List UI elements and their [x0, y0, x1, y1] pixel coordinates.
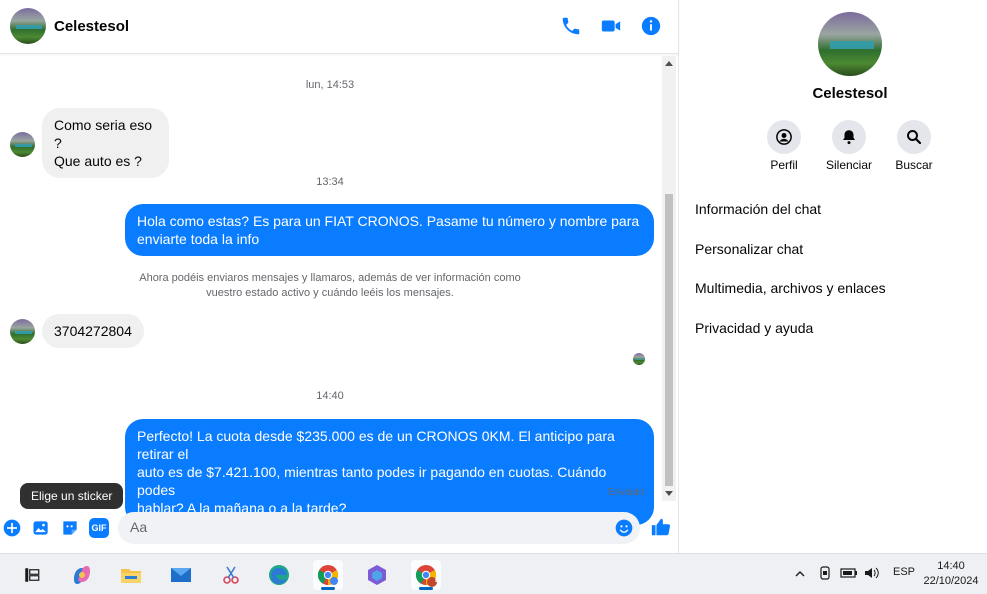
- emoji-icon[interactable]: [614, 518, 634, 538]
- profile-action[interactable]: Perfil: [749, 120, 819, 172]
- action-label: Perfil: [770, 158, 798, 172]
- notice-line: vuestro estado activo y cuándo leéis los…: [206, 287, 454, 299]
- conversation-info-panel: Celestesol Perfil Silenciar Buscar Infor…: [680, 0, 987, 553]
- clock-time: 14:40: [937, 560, 965, 572]
- video-icon[interactable]: [600, 15, 622, 37]
- device-icon[interactable]: [818, 566, 832, 580]
- message-line: Como seria eso ?: [54, 117, 153, 151]
- m365-icon[interactable]: [362, 560, 392, 590]
- sender-avatar: [10, 319, 35, 344]
- plus-icon[interactable]: [2, 518, 22, 538]
- system-clock[interactable]: 14:40 22/10/2024: [918, 559, 984, 589]
- messenger-window: Celestesol lun, 14:53 Como seria eso ? Q…: [0, 0, 987, 553]
- chrome-icon[interactable]: B: [411, 560, 441, 590]
- task-view-icon[interactable]: [17, 560, 47, 590]
- search-icon: [897, 120, 931, 154]
- message-status: Enviado: [608, 487, 645, 498]
- file-explorer-icon[interactable]: [116, 560, 146, 590]
- contact-avatar[interactable]: [10, 8, 46, 44]
- timestamp: 13:34: [316, 176, 344, 188]
- seen-avatar: [633, 353, 645, 365]
- chrome-profile-icon[interactable]: [313, 560, 343, 590]
- incoming-message[interactable]: 3704272804: [42, 314, 144, 348]
- contact-name[interactable]: Celestesol: [54, 18, 129, 35]
- scrollbar[interactable]: [662, 56, 676, 501]
- battery-icon[interactable]: [840, 566, 858, 580]
- outgoing-message[interactable]: Hola como estas? Es para un FIAT CRONOS.…: [125, 204, 654, 256]
- like-icon[interactable]: [650, 516, 672, 538]
- copilot-icon[interactable]: [67, 560, 97, 590]
- action-label: Silenciar: [825, 158, 873, 172]
- info-icon[interactable]: [640, 15, 662, 37]
- timestamp: 14:40: [316, 390, 344, 402]
- running-indicator: [321, 587, 335, 590]
- mute-action[interactable]: Silenciar: [814, 120, 884, 172]
- running-indicator: [419, 587, 433, 590]
- incoming-message[interactable]: Como seria eso ? Que auto es ?: [42, 108, 169, 178]
- chrome-profile-badge: B: [435, 577, 441, 584]
- scroll-up-arrow[interactable]: [665, 61, 673, 66]
- chevron-up-icon[interactable]: [794, 568, 806, 580]
- notice-line: Ahora podéis enviaros mensajes y llamaro…: [139, 272, 521, 284]
- message-line: Perfecto! La cuota desde $235.000 es de …: [137, 428, 615, 462]
- action-label: Buscar: [895, 158, 933, 172]
- message-line: 3704272804: [54, 323, 132, 339]
- snipping-icon[interactable]: [216, 560, 246, 590]
- message-line: Hola como estas? Es para un FIAT CRONOS.…: [137, 213, 640, 229]
- gif-icon[interactable]: GIF: [89, 518, 109, 538]
- scroll-down-arrow[interactable]: [665, 491, 673, 496]
- menu-privacy-help[interactable]: Privacidad y ayuda: [695, 320, 813, 336]
- windows-taskbar: B ESP 14:40 22/10/2024: [0, 553, 987, 594]
- message-input-box[interactable]: [118, 512, 640, 544]
- composer: GIF: [0, 506, 679, 552]
- privacy-notice: Ahora podéis enviaros mensajes y llamaro…: [130, 271, 530, 301]
- volume-icon[interactable]: [863, 566, 881, 580]
- chat-pane: Celestesol lun, 14:53 Como seria eso ? Q…: [0, 0, 679, 553]
- message-list: lun, 14:53 Como seria eso ? Que auto es …: [0, 55, 664, 525]
- search-action[interactable]: Buscar: [879, 120, 949, 172]
- message-line: enviarte toda la info: [137, 231, 260, 247]
- bell-icon: [832, 120, 866, 154]
- clock-date: 22/10/2024: [923, 575, 979, 587]
- edge-icon[interactable]: [264, 560, 294, 590]
- profile-icon: [767, 120, 801, 154]
- message-line: auto es de $7.421.100, mientras tanto po…: [137, 464, 607, 498]
- scroll-thumb[interactable]: [665, 194, 673, 486]
- chat-header: Celestesol: [0, 0, 679, 54]
- image-icon[interactable]: [31, 518, 51, 538]
- language-indicator[interactable]: ESP: [893, 566, 915, 578]
- sender-avatar: [10, 132, 35, 157]
- message-input[interactable]: [130, 519, 610, 535]
- phone-icon[interactable]: [560, 15, 582, 37]
- timestamp: lun, 14:53: [305, 79, 355, 91]
- profile-name: Celestesol: [812, 85, 888, 102]
- menu-customize-chat[interactable]: Personalizar chat: [695, 241, 803, 257]
- menu-media-files-links[interactable]: Multimedia, archivos y enlaces: [695, 280, 886, 296]
- sticker-icon[interactable]: [60, 518, 80, 538]
- mail-icon[interactable]: [166, 560, 196, 590]
- profile-avatar: [818, 12, 882, 76]
- message-line: Que auto es ?: [54, 153, 142, 169]
- menu-chat-info[interactable]: Información del chat: [695, 201, 821, 217]
